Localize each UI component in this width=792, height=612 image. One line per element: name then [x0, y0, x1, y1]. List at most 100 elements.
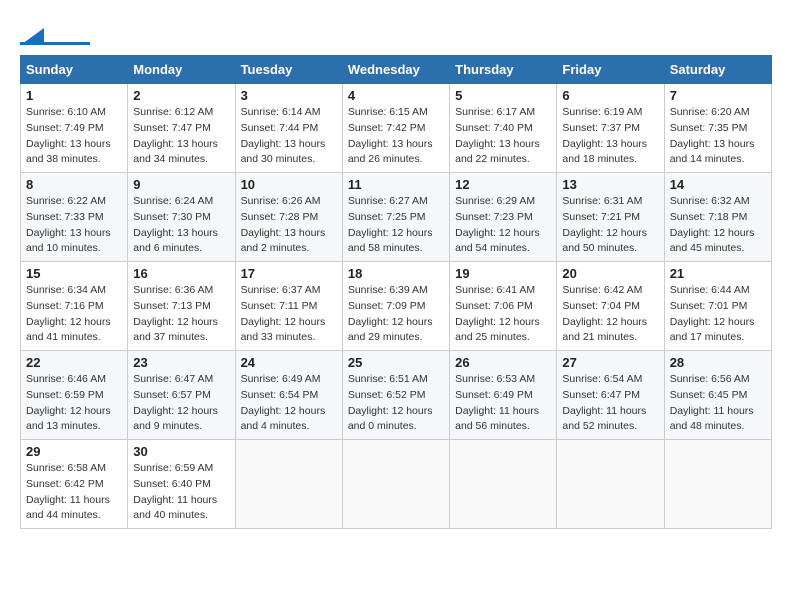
calendar-cell [235, 440, 342, 529]
col-header-wednesday: Wednesday [342, 56, 449, 84]
day-number: 22 [26, 355, 122, 370]
day-number: 30 [133, 444, 229, 459]
calendar-cell: 20 Sunrise: 6:42 AM Sunset: 7:04 PM Dayli… [557, 262, 664, 351]
day-info: Sunrise: 6:41 AM Sunset: 7:06 PM Dayligh… [455, 283, 551, 346]
col-header-monday: Monday [128, 56, 235, 84]
day-number: 16 [133, 266, 229, 281]
day-number: 29 [26, 444, 122, 459]
day-number: 25 [348, 355, 444, 370]
calendar-cell: 29 Sunrise: 6:58 AM Sunset: 6:42 PM Dayli… [21, 440, 128, 529]
col-header-friday: Friday [557, 56, 664, 84]
day-number: 15 [26, 266, 122, 281]
calendar-cell: 11 Sunrise: 6:27 AM Sunset: 7:25 PM Dayli… [342, 173, 449, 262]
calendar-cell [450, 440, 557, 529]
day-info: Sunrise: 6:26 AM Sunset: 7:28 PM Dayligh… [241, 194, 337, 257]
calendar-cell: 30 Sunrise: 6:59 AM Sunset: 6:40 PM Dayli… [128, 440, 235, 529]
calendar-cell: 1 Sunrise: 6:10 AM Sunset: 7:49 PM Daylig… [21, 84, 128, 173]
day-info: Sunrise: 6:58 AM Sunset: 6:42 PM Dayligh… [26, 461, 122, 524]
calendar-cell: 27 Sunrise: 6:54 AM Sunset: 6:47 PM Dayli… [557, 351, 664, 440]
day-info: Sunrise: 6:51 AM Sunset: 6:52 PM Dayligh… [348, 372, 444, 435]
calendar-cell: 19 Sunrise: 6:41 AM Sunset: 7:06 PM Dayli… [450, 262, 557, 351]
calendar-cell: 23 Sunrise: 6:47 AM Sunset: 6:57 PM Dayli… [128, 351, 235, 440]
day-number: 11 [348, 177, 444, 192]
day-number: 1 [26, 88, 122, 103]
calendar-cell: 10 Sunrise: 6:26 AM Sunset: 7:28 PM Dayli… [235, 173, 342, 262]
calendar-cell: 5 Sunrise: 6:17 AM Sunset: 7:40 PM Daylig… [450, 84, 557, 173]
day-number: 3 [241, 88, 337, 103]
day-number: 20 [562, 266, 658, 281]
day-number: 13 [562, 177, 658, 192]
calendar-cell: 24 Sunrise: 6:49 AM Sunset: 6:54 PM Dayli… [235, 351, 342, 440]
day-number: 27 [562, 355, 658, 370]
calendar-cell [664, 440, 771, 529]
day-number: 7 [670, 88, 766, 103]
calendar-cell: 7 Sunrise: 6:20 AM Sunset: 7:35 PM Daylig… [664, 84, 771, 173]
day-number: 9 [133, 177, 229, 192]
day-info: Sunrise: 6:46 AM Sunset: 6:59 PM Dayligh… [26, 372, 122, 435]
day-info: Sunrise: 6:53 AM Sunset: 6:49 PM Dayligh… [455, 372, 551, 435]
calendar-cell: 18 Sunrise: 6:39 AM Sunset: 7:09 PM Dayli… [342, 262, 449, 351]
day-info: Sunrise: 6:24 AM Sunset: 7:30 PM Dayligh… [133, 194, 229, 257]
day-number: 18 [348, 266, 444, 281]
day-number: 23 [133, 355, 229, 370]
calendar-cell: 13 Sunrise: 6:31 AM Sunset: 7:21 PM Dayli… [557, 173, 664, 262]
day-info: Sunrise: 6:44 AM Sunset: 7:01 PM Dayligh… [670, 283, 766, 346]
day-info: Sunrise: 6:14 AM Sunset: 7:44 PM Dayligh… [241, 105, 337, 168]
day-info: Sunrise: 6:56 AM Sunset: 6:45 PM Dayligh… [670, 372, 766, 435]
day-info: Sunrise: 6:10 AM Sunset: 7:49 PM Dayligh… [26, 105, 122, 168]
day-info: Sunrise: 6:31 AM Sunset: 7:21 PM Dayligh… [562, 194, 658, 257]
day-info: Sunrise: 6:12 AM Sunset: 7:47 PM Dayligh… [133, 105, 229, 168]
page-header [20, 20, 772, 45]
day-number: 21 [670, 266, 766, 281]
day-info: Sunrise: 6:54 AM Sunset: 6:47 PM Dayligh… [562, 372, 658, 435]
day-info: Sunrise: 6:19 AM Sunset: 7:37 PM Dayligh… [562, 105, 658, 168]
day-number: 10 [241, 177, 337, 192]
day-info: Sunrise: 6:36 AM Sunset: 7:13 PM Dayligh… [133, 283, 229, 346]
day-info: Sunrise: 6:37 AM Sunset: 7:11 PM Dayligh… [241, 283, 337, 346]
day-number: 17 [241, 266, 337, 281]
day-info: Sunrise: 6:17 AM Sunset: 7:40 PM Dayligh… [455, 105, 551, 168]
day-number: 19 [455, 266, 551, 281]
col-header-tuesday: Tuesday [235, 56, 342, 84]
day-info: Sunrise: 6:29 AM Sunset: 7:23 PM Dayligh… [455, 194, 551, 257]
calendar-cell: 6Sunrise: 6:19 AM Sunset: 7:37 PM Daylig… [557, 84, 664, 173]
day-info: Sunrise: 6:47 AM Sunset: 6:57 PM Dayligh… [133, 372, 229, 435]
calendar-cell: 14 Sunrise: 6:32 AM Sunset: 7:18 PM Dayli… [664, 173, 771, 262]
col-header-thursday: Thursday [450, 56, 557, 84]
day-number: 5 [455, 88, 551, 103]
calendar-cell: 9 Sunrise: 6:24 AM Sunset: 7:30 PM Daylig… [128, 173, 235, 262]
day-info: Sunrise: 6:22 AM Sunset: 7:33 PM Dayligh… [26, 194, 122, 257]
calendar-cell: 26 Sunrise: 6:53 AM Sunset: 6:49 PM Dayli… [450, 351, 557, 440]
day-number: 14 [670, 177, 766, 192]
day-info: Sunrise: 6:15 AM Sunset: 7:42 PM Dayligh… [348, 105, 444, 168]
calendar-cell: 15 Sunrise: 6:34 AM Sunset: 7:16 PM Dayli… [21, 262, 128, 351]
day-number: 24 [241, 355, 337, 370]
day-info: Sunrise: 6:34 AM Sunset: 7:16 PM Dayligh… [26, 283, 122, 346]
calendar-cell: 2 Sunrise: 6:12 AM Sunset: 7:47 PM Daylig… [128, 84, 235, 173]
calendar-cell: 3 Sunrise: 6:14 AM Sunset: 7:44 PM Daylig… [235, 84, 342, 173]
logo [20, 30, 90, 45]
calendar-cell [342, 440, 449, 529]
day-number: 2 [133, 88, 229, 103]
day-info: Sunrise: 6:39 AM Sunset: 7:09 PM Dayligh… [348, 283, 444, 346]
day-number: 26 [455, 355, 551, 370]
calendar-cell: 4Sunrise: 6:15 AM Sunset: 7:42 PM Daylig… [342, 84, 449, 173]
day-info: Sunrise: 6:59 AM Sunset: 6:40 PM Dayligh… [133, 461, 229, 524]
calendar-cell: 25 Sunrise: 6:51 AM Sunset: 6:52 PM Dayli… [342, 351, 449, 440]
day-info: Sunrise: 6:49 AM Sunset: 6:54 PM Dayligh… [241, 372, 337, 435]
day-info: Sunrise: 6:42 AM Sunset: 7:04 PM Dayligh… [562, 283, 658, 346]
day-number: 12 [455, 177, 551, 192]
calendar-cell: 17 Sunrise: 6:37 AM Sunset: 7:11 PM Dayli… [235, 262, 342, 351]
calendar-cell: 8Sunrise: 6:22 AM Sunset: 7:33 PM Daylig… [21, 173, 128, 262]
calendar-cell: 12 Sunrise: 6:29 AM Sunset: 7:23 PM Dayli… [450, 173, 557, 262]
col-header-sunday: Sunday [21, 56, 128, 84]
day-info: Sunrise: 6:32 AM Sunset: 7:18 PM Dayligh… [670, 194, 766, 257]
day-info: Sunrise: 6:20 AM Sunset: 7:35 PM Dayligh… [670, 105, 766, 168]
calendar-table: SundayMondayTuesdayWednesdayThursdayFrid… [20, 55, 772, 529]
calendar-cell: 16 Sunrise: 6:36 AM Sunset: 7:13 PM Dayli… [128, 262, 235, 351]
calendar-cell: 21 Sunrise: 6:44 AM Sunset: 7:01 PM Dayli… [664, 262, 771, 351]
day-info: Sunrise: 6:27 AM Sunset: 7:25 PM Dayligh… [348, 194, 444, 257]
calendar-cell [557, 440, 664, 529]
col-header-saturday: Saturday [664, 56, 771, 84]
calendar-cell: 28Sunrise: 6:56 AM Sunset: 6:45 PM Dayli… [664, 351, 771, 440]
